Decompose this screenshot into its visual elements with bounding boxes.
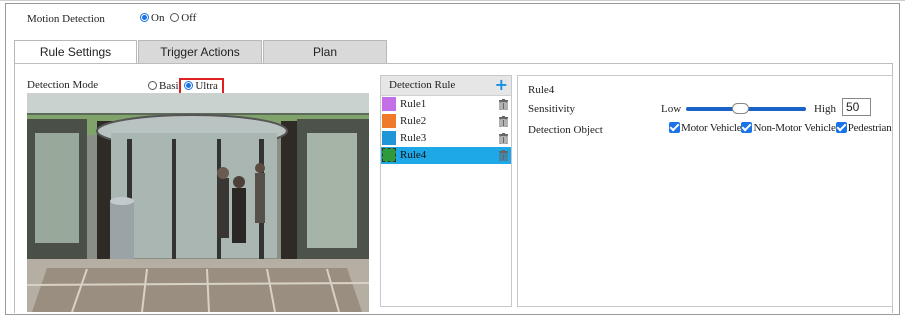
tab-rule-settings[interactable]: Rule Settings <box>14 40 137 64</box>
motion-detection-label: Motion Detection <box>27 13 105 25</box>
rule-color-swatch <box>382 114 396 128</box>
detection-object-label: Detection Object <box>528 124 603 136</box>
motor-vehicle-label: Motor Vehicle <box>681 122 742 134</box>
detection-rule-panel: Detection Rule + Rule1 Rule2 Rule3 Rule4 <box>380 75 512 307</box>
rule-label: Rule1 <box>400 98 427 110</box>
trash-icon[interactable] <box>499 99 508 110</box>
rule-list: Rule1 Rule2 Rule3 Rule4 <box>381 96 511 164</box>
tab-bar: Rule Settings Trigger Actions Plan <box>14 40 387 64</box>
motion-off-label: Off <box>181 12 197 24</box>
detection-rule-header: Detection Rule + <box>381 75 511 96</box>
plus-icon[interactable]: + <box>495 75 508 94</box>
pedestrian-label: Pedestrian <box>847 122 892 134</box>
non-motor-vehicle-label: Non-Motor Vehicle <box>753 122 836 134</box>
motion-detection-radio-group: On Off <box>140 12 199 24</box>
tab-plan[interactable]: Plan <box>263 40 387 64</box>
rule-label: Rule4 <box>400 149 427 161</box>
sensitivity-low-label: Low <box>661 103 682 115</box>
basic-radio[interactable] <box>148 81 157 90</box>
sensitivity-label: Sensitivity <box>528 103 576 115</box>
sensitivity-slider-handle[interactable] <box>731 103 749 114</box>
top-divider <box>0 0 905 1</box>
sensitivity-high-label: High <box>814 103 836 115</box>
trash-icon[interactable] <box>499 133 508 144</box>
motor-vehicle-checkbox[interactable] <box>669 122 680 133</box>
ultra-radio[interactable] <box>184 81 194 90</box>
detection-rule-title: Detection Rule <box>389 79 456 91</box>
rule-list-item[interactable]: Rule4 <box>381 147 511 164</box>
rule-color-swatch <box>382 131 396 145</box>
rule-list-item[interactable]: Rule3 <box>381 130 511 147</box>
tab-trigger-actions[interactable]: Trigger Actions <box>138 40 262 64</box>
pedestrian-checkbox[interactable] <box>835 122 847 133</box>
sensitivity-value-input[interactable]: 50 <box>842 98 871 116</box>
rule-detail-panel: Rule4 Sensitivity Low High 50 Detection … <box>517 75 893 307</box>
camera-scene-image <box>27 93 369 312</box>
detection-mode-label: Detection Mode <box>27 79 99 91</box>
rule-color-swatch <box>382 97 396 111</box>
rule-color-swatch <box>382 148 396 162</box>
rule-list-item[interactable]: Rule1 <box>381 96 511 113</box>
rule-label: Rule3 <box>400 132 427 144</box>
non-motor-vehicle-checkbox[interactable] <box>741 122 753 133</box>
motion-on-label: On <box>151 12 165 24</box>
rule-list-item[interactable]: Rule2 <box>381 113 511 130</box>
motion-on-radio[interactable] <box>140 13 149 22</box>
trash-icon[interactable] <box>499 116 508 127</box>
basic-label: Basi <box>159 80 179 92</box>
detection-object-options: Motor Vehicle Non-Motor Vehicle Pedestrian <box>669 122 892 134</box>
rule-detail-title: Rule4 <box>528 84 555 96</box>
motion-off-radio[interactable] <box>170 13 180 22</box>
rule-label: Rule2 <box>400 115 427 127</box>
camera-preview[interactable] <box>27 93 369 312</box>
trash-icon[interactable] <box>499 150 508 161</box>
ultra-label: Ultra <box>195 80 218 92</box>
